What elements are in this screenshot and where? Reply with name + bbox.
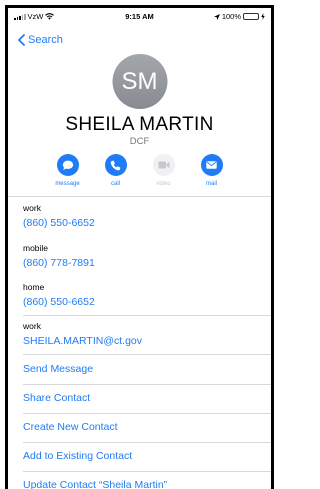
mail-button[interactable]: mail — [199, 154, 225, 187]
phone-number-link[interactable]: (860) 550-6652 — [23, 296, 261, 308]
battery-icon — [243, 13, 259, 20]
create-new-contact-link[interactable]: Create New Contact — [23, 421, 118, 433]
charging-bolt-icon — [261, 13, 265, 20]
video-label: video — [156, 181, 171, 187]
phone-frame: VzW 9:15 AM 100% Search SM SHEILA MARTIN… — [5, 5, 274, 489]
row-divider — [23, 471, 271, 472]
field-label: work — [23, 321, 41, 331]
mail-label: mail — [205, 181, 217, 187]
section-divider — [23, 354, 271, 355]
header-divider — [8, 196, 271, 197]
row-divider — [23, 384, 271, 385]
field-label: mobile — [23, 243, 49, 253]
section-divider — [23, 315, 271, 316]
quick-actions: message call video mail — [8, 154, 271, 187]
update-contact-link[interactable]: Update Contact “Sheila Martin” — [23, 479, 167, 489]
location-arrow-icon — [213, 13, 220, 20]
email-link[interactable]: SHEILA.MARTIN@ct.gov — [23, 335, 261, 347]
back-button[interactable]: Search — [18, 34, 63, 46]
chevron-left-icon — [18, 34, 25, 46]
row-divider — [23, 413, 271, 414]
phone-field-work: work (860) 550-6652 — [23, 203, 261, 229]
phone-number-link[interactable]: (860) 550-6652 — [23, 217, 261, 229]
phone-icon — [104, 154, 127, 176]
status-bar: VzW 9:15 AM 100% — [12, 11, 267, 23]
row-divider — [23, 442, 271, 443]
status-right: 100% — [213, 12, 265, 21]
field-label: home — [23, 282, 45, 292]
send-message-link[interactable]: Send Message — [23, 363, 93, 375]
video-button[interactable]: video — [151, 154, 177, 187]
avatar-initials: SM — [121, 67, 158, 95]
battery-percent: 100% — [221, 12, 241, 21]
call-button[interactable]: call — [103, 154, 129, 187]
video-camera-icon — [152, 154, 175, 176]
field-label: work — [23, 203, 41, 213]
envelope-icon — [200, 154, 223, 176]
phone-number-link[interactable]: (860) 778-7891 — [23, 257, 261, 269]
email-field-work: work SHEILA.MARTIN@ct.gov — [23, 321, 261, 347]
contact-name: SHEILA MARTIN — [65, 114, 214, 135]
message-bubble-icon — [56, 154, 79, 176]
call-label: call — [110, 181, 120, 187]
phone-field-mobile: mobile (860) 778-7891 — [23, 243, 261, 269]
share-contact-link[interactable]: Share Contact — [23, 392, 90, 404]
message-button[interactable]: message — [55, 154, 81, 187]
avatar: SM — [112, 54, 167, 109]
back-label: Search — [28, 34, 63, 46]
add-to-existing-contact-link[interactable]: Add to Existing Contact — [23, 450, 132, 462]
phone-field-home: home (860) 550-6652 — [23, 282, 261, 308]
contact-company: DCF — [129, 136, 150, 147]
message-label: message — [55, 181, 80, 187]
